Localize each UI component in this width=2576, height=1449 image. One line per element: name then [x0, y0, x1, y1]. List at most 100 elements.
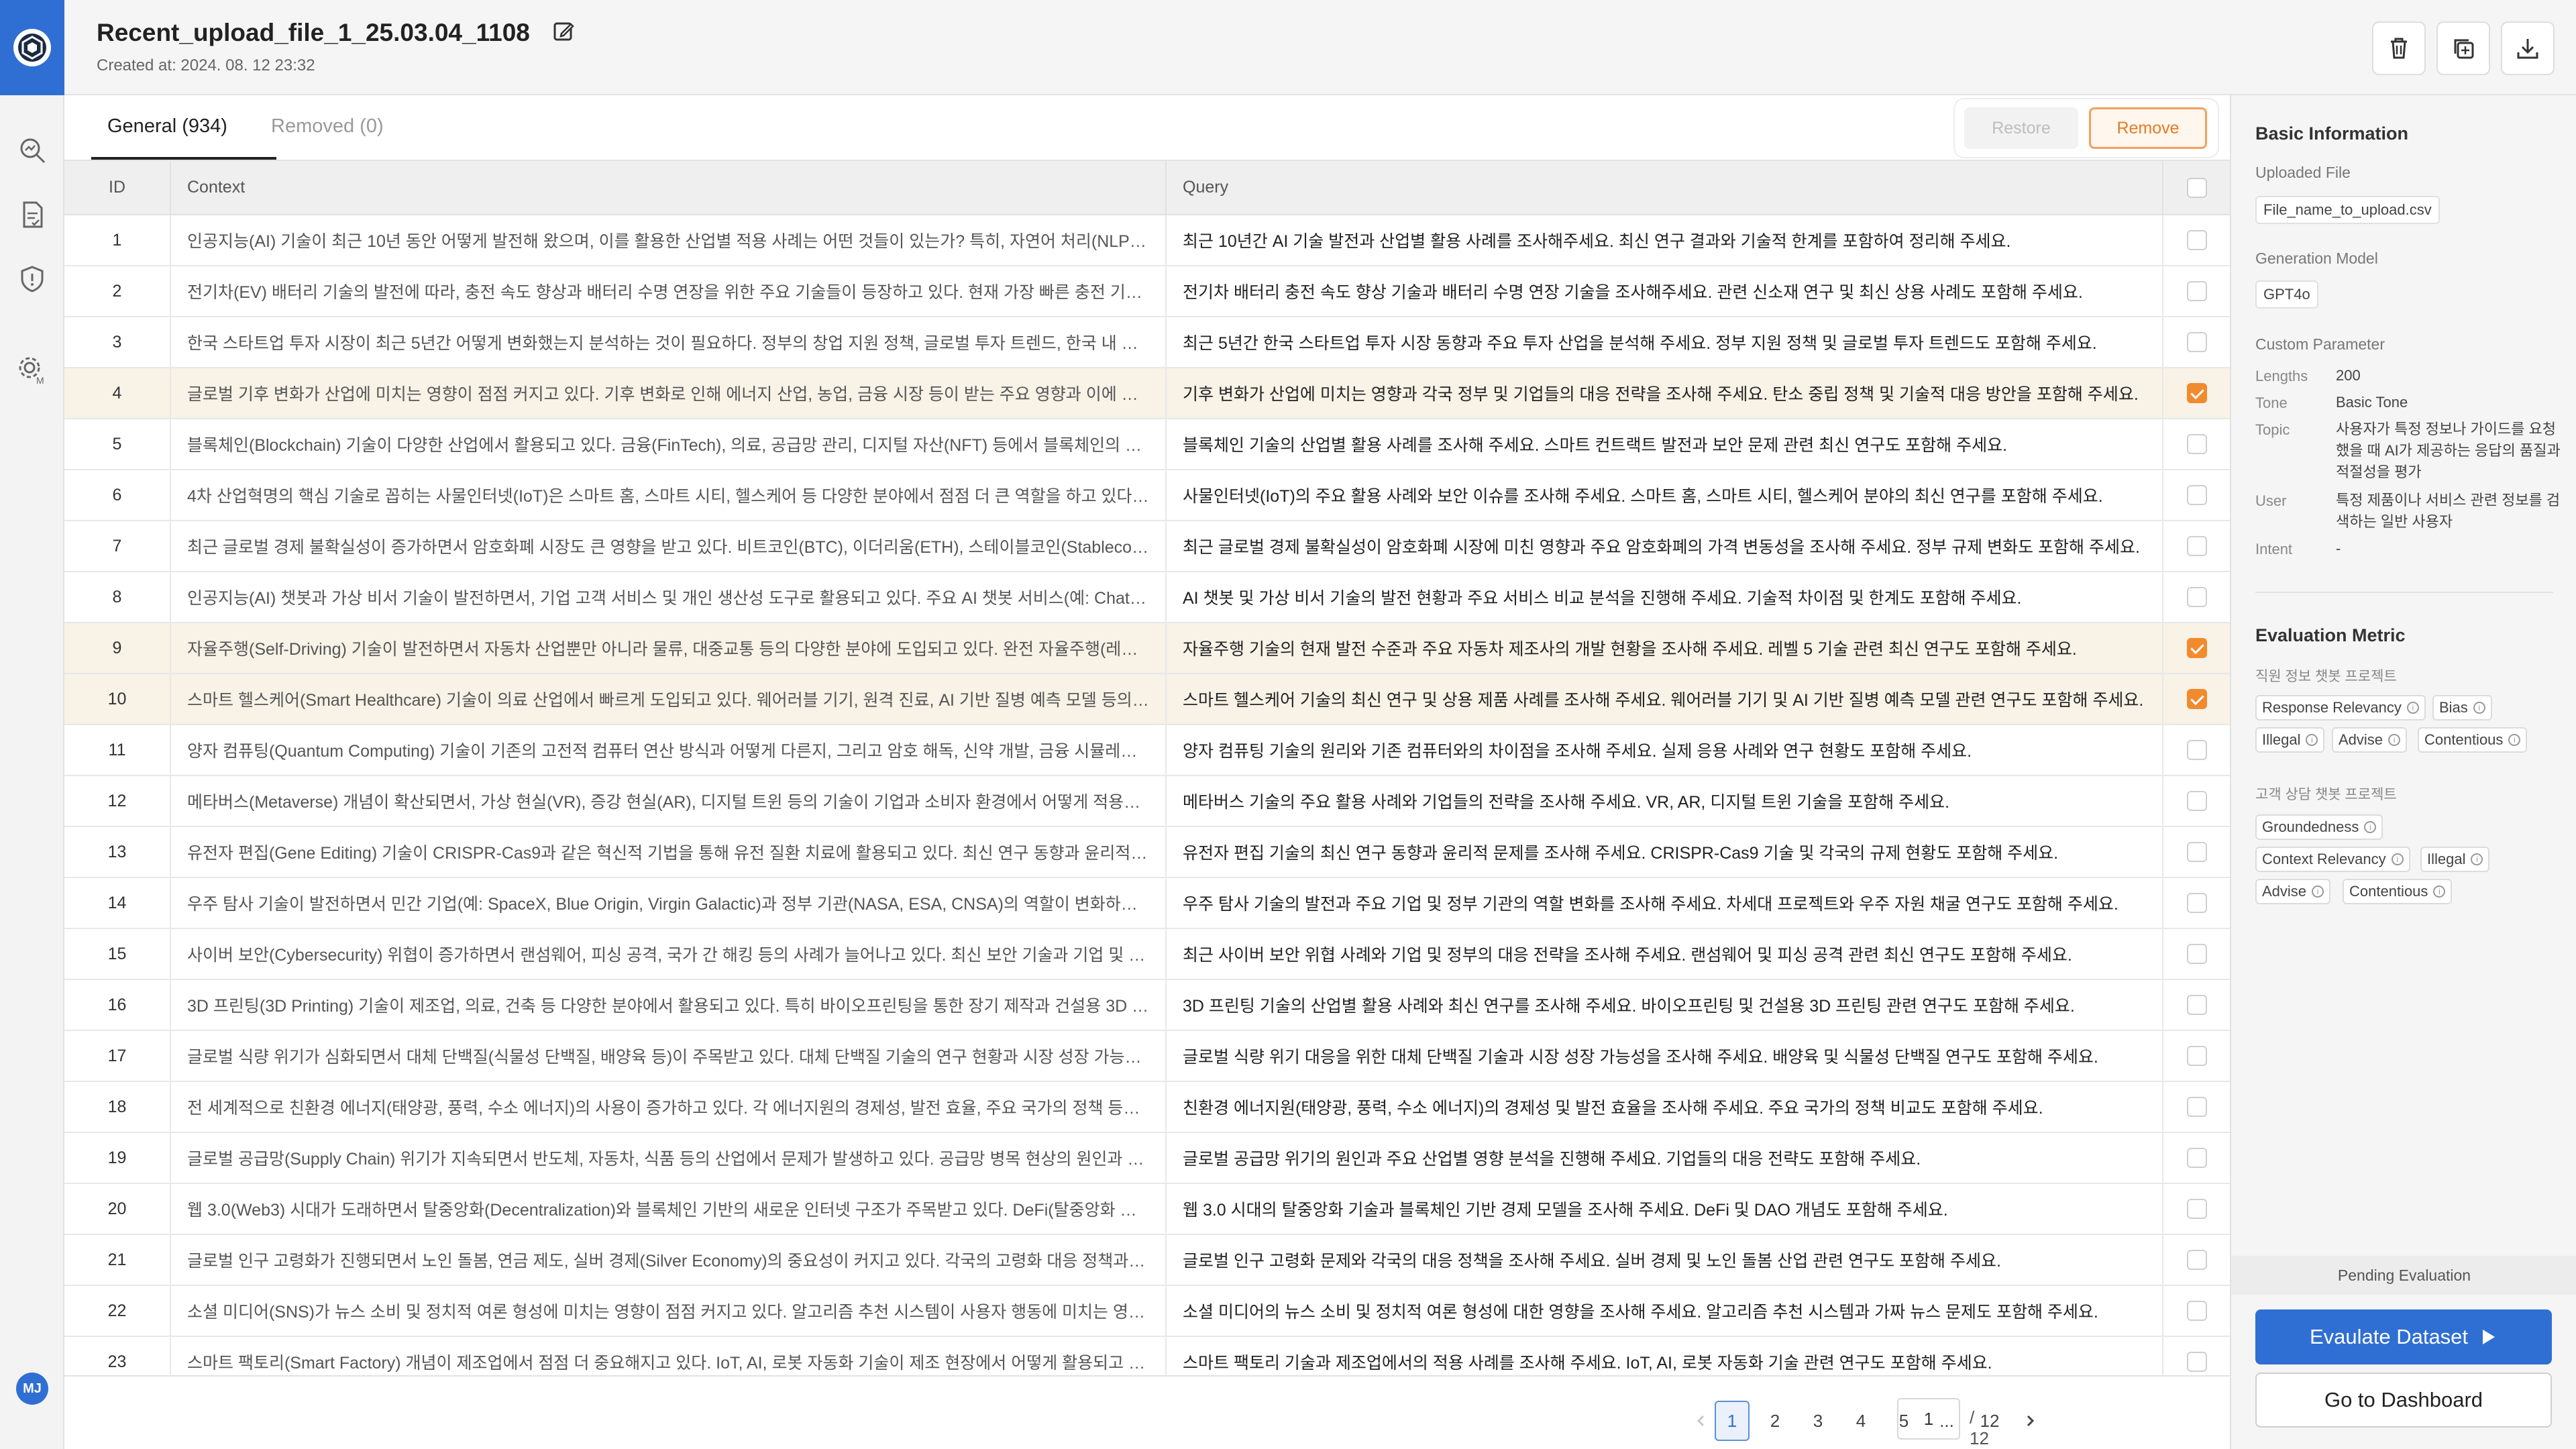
- main-content: General (934) Removed (0) Restore Remove…: [64, 95, 2230, 1449]
- row-checkbox[interactable]: [2186, 842, 2207, 863]
- metric-chip[interactable]: Bias i: [2432, 695, 2492, 720]
- table-row[interactable]: 17 글로벌 식량 위기가 심화되면서 대체 단백질(식물성 단백질, 배양육 등…: [64, 1030, 2230, 1082]
- info-icon[interactable]: i: [2306, 734, 2318, 746]
- row-checkbox[interactable]: [2186, 536, 2207, 557]
- table-row[interactable]: 2 전기차(EV) 배터리 기술의 발전에 따라, 충전 속도 향상과 배터리 수…: [64, 266, 2230, 317]
- row-checkbox[interactable]: [2186, 995, 2207, 1016]
- table-row[interactable]: 20 웹 3.0(Web3) 시대가 도래하면서 탈중앙화(Decentraliz…: [64, 1183, 2230, 1235]
- info-icon[interactable]: i: [2508, 734, 2521, 746]
- info-icon[interactable]: i: [2406, 702, 2419, 714]
- table-row[interactable]: 14 우주 탐사 기술이 발전하면서 민간 기업(예: SpaceX, Blue …: [64, 877, 2230, 929]
- app-logo[interactable]: [0, 0, 64, 95]
- metric-chip[interactable]: Illegal i: [2255, 727, 2325, 753]
- metric-chip[interactable]: Illegal i: [2420, 847, 2490, 872]
- info-icon[interactable]: i: [2388, 734, 2401, 746]
- user-avatar[interactable]: MJ: [16, 1373, 48, 1405]
- table-row[interactable]: 7 최근 글로벌 경제 불확실성이 증가하면서 암호화폐 시장도 큰 영향을 받고…: [64, 521, 2230, 572]
- download-button[interactable]: [2501, 21, 2555, 75]
- row-checkbox[interactable]: [2186, 638, 2207, 659]
- table-row[interactable]: 1 인공지능(AI) 기술이 최근 10년 동안 어떻게 발전해 왔으며, 이를 …: [64, 215, 2230, 266]
- table-row[interactable]: 22 소셜 미디어(SNS)가 뉴스 소비 및 정치적 여론 형성에 미치는 영향…: [64, 1285, 2230, 1337]
- page-button[interactable]: 4: [1843, 1401, 1878, 1441]
- metric-chip[interactable]: Advise i: [2255, 879, 2331, 904]
- metric-chip[interactable]: Contentious i: [2418, 727, 2528, 753]
- row-checkbox[interactable]: [2186, 230, 2207, 251]
- table-row[interactable]: 19 글로벌 공급망(Supply Chain) 위기가 지속되면서 반도체, 자…: [64, 1132, 2230, 1184]
- row-checkbox[interactable]: [2186, 944, 2207, 965]
- delete-button[interactable]: [2372, 21, 2426, 75]
- select-all-checkbox[interactable]: [2186, 177, 2207, 198]
- analytics-search-icon[interactable]: [15, 133, 50, 168]
- row-query: 친환경 에너지원(태양광, 풍력, 수소 에너지)의 경제성 및 발전 효율을 …: [1166, 1081, 2163, 1133]
- metric-group-label: 고객 상담 챗봇 프로젝트: [2255, 787, 2397, 802]
- table-row[interactable]: 21 글로벌 인구 고령화가 진행되면서 노인 돌봄, 연금 제도, 실버 경제(…: [64, 1234, 2230, 1286]
- settings-icon[interactable]: M: [15, 353, 50, 388]
- table-row[interactable]: 18 전 세계적으로 친환경 에너지(태양광, 풍력, 수소 에너지)의 사용이 …: [64, 1081, 2230, 1133]
- table-row[interactable]: 15 사이버 보안(Cybersecurity) 위협이 증가하면서 랜섬웨어, …: [64, 928, 2230, 980]
- page-button[interactable]: 1: [1715, 1401, 1750, 1441]
- evaluate-dataset-button[interactable]: Evaulate Dataset: [2255, 1309, 2552, 1364]
- row-checkbox[interactable]: [2186, 689, 2207, 710]
- table-row[interactable]: 9 자율주행(Self-Driving) 기술이 발전하면서 자동차 산업뿐만 아…: [64, 623, 2230, 674]
- row-checkbox[interactable]: [2186, 281, 2207, 302]
- row-checkbox[interactable]: [2186, 383, 2207, 404]
- table-row[interactable]: 16 3D 프린팅(3D Printing) 기술이 제조업, 의료, 건축 등 …: [64, 979, 2230, 1031]
- row-checkbox[interactable]: [2186, 1097, 2207, 1118]
- info-icon[interactable]: i: [2364, 821, 2377, 833]
- prev-page-button[interactable]: [1684, 1401, 1719, 1441]
- metric-chip[interactable]: Contentious i: [2343, 879, 2453, 904]
- restore-button[interactable]: Restore: [1964, 107, 2078, 149]
- page-button[interactable]: 2: [1758, 1401, 1792, 1441]
- evaluation-metric-title: Evaluation Metric: [2255, 625, 2406, 645]
- shield-icon[interactable]: [15, 262, 50, 297]
- edit-icon[interactable]: [553, 20, 576, 46]
- table-row[interactable]: 13 유전자 편집(Gene Editing) 기술이 CRISPR-Cas9과 …: [64, 826, 2230, 878]
- page-button[interactable]: 3: [1801, 1401, 1835, 1441]
- row-id: 12: [64, 775, 171, 827]
- table-row[interactable]: 5 블록체인(Blockchain) 기술이 다양한 산업에서 활용되고 있다. …: [64, 419, 2230, 470]
- row-checkbox[interactable]: [2186, 1352, 2207, 1373]
- metric-chip[interactable]: Context Relevancy i: [2255, 847, 2410, 872]
- row-checkbox[interactable]: [2186, 740, 2207, 761]
- duplicate-button[interactable]: [2436, 21, 2490, 75]
- metric-chip[interactable]: Groundedness i: [2255, 814, 2383, 840]
- info-icon[interactable]: i: [2473, 702, 2485, 714]
- row-id: 10: [64, 674, 171, 725]
- row-checkbox[interactable]: [2186, 1199, 2207, 1220]
- table-row[interactable]: 12 메타버스(Metaverse) 개념이 확산되면서, 가상 현실(VR), …: [64, 775, 2230, 827]
- info-icon[interactable]: i: [2312, 885, 2324, 898]
- document-icon[interactable]: [15, 197, 50, 232]
- table-row[interactable]: 6 4차 산업혁명의 핵심 기술로 꼽히는 사물인터넷(IoT)은 스마트 홈, …: [64, 470, 2230, 521]
- row-checkbox[interactable]: [2186, 332, 2207, 353]
- go-to-dashboard-button[interactable]: Go to Dashboard: [2255, 1373, 2552, 1428]
- row-checkbox[interactable]: [2186, 1148, 2207, 1169]
- row-checkbox[interactable]: [2186, 1046, 2207, 1067]
- param-key: Tone: [2255, 394, 2288, 411]
- row-context: 글로벌 식량 위기가 심화되면서 대체 단백질(식물성 단백질, 배양육 등)이…: [170, 1030, 1167, 1082]
- page-jump-input[interactable]: 1: [1897, 1398, 1960, 1440]
- table-row[interactable]: 11 양자 컴퓨팅(Quantum Computing) 기술이 기존의 고전적 …: [64, 724, 2230, 776]
- table-row[interactable]: 10 스마트 헬스케어(Smart Healthcare) 기술이 의료 산업에서…: [64, 674, 2230, 725]
- row-checkbox[interactable]: [2186, 791, 2207, 812]
- next-page-button[interactable]: [2012, 1401, 2047, 1441]
- table-row[interactable]: 8 인공지능(AI) 챗봇과 가상 비서 기술이 발전하면서, 기업 고객 서비스…: [64, 572, 2230, 623]
- param-value: 사용자가 특정 정보나 가이드를 요청했을 때 AI가 제공하는 응답의 품질과…: [2336, 421, 2561, 480]
- info-icon[interactable]: i: [2471, 853, 2483, 865]
- row-checkbox[interactable]: [2186, 587, 2207, 608]
- row-checkbox[interactable]: [2186, 1250, 2207, 1271]
- tab-removed[interactable]: Removed (0): [271, 115, 384, 138]
- param-key: Intent: [2255, 541, 2293, 557]
- row-checkbox[interactable]: [2186, 485, 2207, 506]
- tab-general[interactable]: General (934): [107, 115, 227, 138]
- table-row[interactable]: 3 한국 스타트업 투자 시장이 최근 5년간 어떻게 변화했는지 분석하는 것이…: [64, 317, 2230, 368]
- info-icon[interactable]: i: [2391, 853, 2404, 865]
- row-checkbox[interactable]: [2186, 1301, 2207, 1322]
- row-checkbox[interactable]: [2186, 893, 2207, 914]
- row-checkbox[interactable]: [2186, 434, 2207, 455]
- remove-button[interactable]: Remove: [2089, 107, 2207, 149]
- metric-chip[interactable]: Response Relevancy i: [2255, 695, 2426, 720]
- info-icon[interactable]: i: [2433, 885, 2446, 898]
- metric-chip[interactable]: Advise i: [2332, 727, 2408, 753]
- table-row[interactable]: 4 글로벌 기후 변화가 산업에 미치는 영향이 점점 커지고 있다. 기후 변화…: [64, 368, 2230, 419]
- row-id: 2: [64, 266, 171, 317]
